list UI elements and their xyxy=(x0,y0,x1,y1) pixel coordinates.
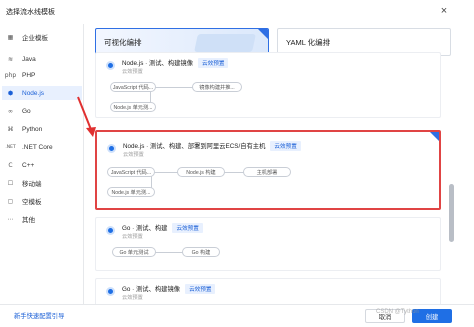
content-scrollbar[interactable] xyxy=(449,24,454,304)
sidebar-item-label: 空模板 xyxy=(22,199,42,206)
dialog-title: 选择流水线模板 xyxy=(6,9,55,16)
close-icon[interactable]: × xyxy=(438,5,450,17)
sidebar-item-label: Node.js xyxy=(22,89,45,97)
sidebar-item-label: PHP xyxy=(22,71,36,79)
sidebar-item-java[interactable]: ≋ Java xyxy=(6,52,76,66)
template-icon: ▦ xyxy=(7,33,14,41)
more-icon: ⋯ xyxy=(7,215,14,223)
sidebar-item-enterprise[interactable]: ▦ 企业模板 xyxy=(6,30,76,44)
sidebar-item-label: Go xyxy=(22,107,31,115)
sidebar-item-nodejs[interactable]: ⬢ Node.js xyxy=(2,86,82,100)
tab-illustration xyxy=(194,34,256,52)
dotnet-icon: .NET xyxy=(5,144,16,150)
go-logo-icon xyxy=(106,287,115,296)
sidebar-item-label: 其他 xyxy=(22,217,35,224)
go-logo-icon xyxy=(106,226,115,235)
template-dialog: 选择流水线模板 × ▦ 企业模板 ≋ Java php PHP ⬢ Node.j… xyxy=(0,0,474,327)
sidebar-item-label: 移动端 xyxy=(22,181,42,188)
mobile-icon: ☐ xyxy=(7,179,14,187)
sidebar-item-python[interactable]: ⌘ Python xyxy=(6,122,76,136)
pipeline-node: 主机部署 xyxy=(243,167,291,177)
template-card[interactable]: Node.js · 测试、构建镜像 云效预置 云效预置 JavaScript 代码… xyxy=(95,52,441,118)
sidebar-item-empty[interactable]: ▢ 空模板 xyxy=(6,194,76,208)
card-subtitle: 云效预置 xyxy=(123,152,144,158)
nodejs-logo-icon xyxy=(106,61,115,70)
watermark: CSDN @Tython xyxy=(376,309,419,315)
selected-check-icon xyxy=(430,132,439,141)
php-icon: php xyxy=(4,71,17,79)
java-icon: ≋ xyxy=(7,55,14,63)
dialog-footer: 新手快速配置引导 取消 创建 xyxy=(0,304,474,327)
card-title: Go · 测试、构建镜像 云效预置 xyxy=(122,284,216,294)
sidebar-item-other[interactable]: ⋯ 其他 xyxy=(6,212,76,226)
selected-check-icon xyxy=(258,29,268,39)
empty-template-icon: ▢ xyxy=(7,197,14,205)
pipeline-node: Node.js 构建 xyxy=(177,167,225,177)
pipeline-node: Node.js 单元测... xyxy=(107,187,155,197)
quick-guide-link[interactable]: 新手快速配置引导 xyxy=(14,311,64,320)
sidebar-item-cpp[interactable]: C C++ xyxy=(6,158,76,172)
template-list: 可视化编排 YAML 化编排 Node.js · 测试、构建镜像 云效预置 云效预… xyxy=(88,24,458,304)
python-icon: ⌘ xyxy=(7,125,14,133)
pipeline-node: Node.js 单元测... xyxy=(110,102,156,112)
template-card[interactable]: Go · 测试、构建镜像 云效预置 云效预置 xyxy=(95,278,441,304)
scrollbar-thumb[interactable] xyxy=(449,184,454,242)
card-subtitle: 云效预置 xyxy=(122,234,143,240)
card-subtitle: 云效预置 xyxy=(122,295,143,301)
tab-label: 可视化编排 xyxy=(104,37,142,47)
preset-badge: 云效预置 xyxy=(270,141,301,151)
card-title: Node.js · 测试、构建、部署到阿里云ECS/自有主机 云效预置 xyxy=(123,141,301,151)
sidebar-item-dotnet[interactable]: .NET .NET Core xyxy=(5,140,76,154)
pipeline-node: JavaScript 代码... xyxy=(110,82,156,92)
card-subtitle: 云效预置 xyxy=(122,69,143,75)
sidebar-item-label: C++ xyxy=(22,161,35,169)
sidebar-item-label: Java xyxy=(22,55,36,63)
card-title: Go · 测试、构建 云效预置 xyxy=(122,223,203,233)
tab-label: YAML 化编排 xyxy=(286,37,331,47)
sidebar-item-go[interactable]: ∞ Go xyxy=(6,104,76,118)
category-sidebar: ▦ 企业模板 ≋ Java php PHP ⬢ Node.js ∞ Go ⌘ P… xyxy=(0,24,84,304)
card-title: Node.js · 测试、构建镜像 云效预置 xyxy=(122,58,229,68)
sidebar-item-label: .NET Core xyxy=(22,143,53,151)
go-icon: ∞ xyxy=(8,107,13,115)
pipeline-node: 镜像构建并推... xyxy=(192,82,242,92)
template-card-highlighted[interactable]: Node.js · 测试、构建、部署到阿里云ECS/自有主机 云效预置 云效预置 … xyxy=(95,130,441,210)
pipeline-node: Go 构建 xyxy=(182,247,220,257)
preset-badge: 云效预置 xyxy=(198,58,229,68)
sidebar-item-label: Python xyxy=(22,125,43,133)
nodejs-logo-icon xyxy=(107,144,116,153)
pipeline-node: Go 单元测试 xyxy=(112,247,156,257)
nodejs-icon: ⬢ xyxy=(7,89,14,97)
preset-badge: 云效预置 xyxy=(172,223,203,233)
sidebar-item-mobile[interactable]: ☐ 移动端 xyxy=(6,176,76,190)
sidebar-item-label: 企业模板 xyxy=(22,35,48,42)
sidebar-item-php[interactable]: php PHP xyxy=(4,68,76,82)
pipeline-node: JavaScript 代码... xyxy=(107,167,155,177)
dialog-titlebar: 选择流水线模板 × xyxy=(0,0,474,24)
cpp-icon: C xyxy=(8,161,13,169)
preset-badge: 云效预置 xyxy=(185,284,216,294)
template-card[interactable]: Go · 测试、构建 云效预置 云效预置 Go 单元测试 Go 构建 xyxy=(95,217,441,271)
